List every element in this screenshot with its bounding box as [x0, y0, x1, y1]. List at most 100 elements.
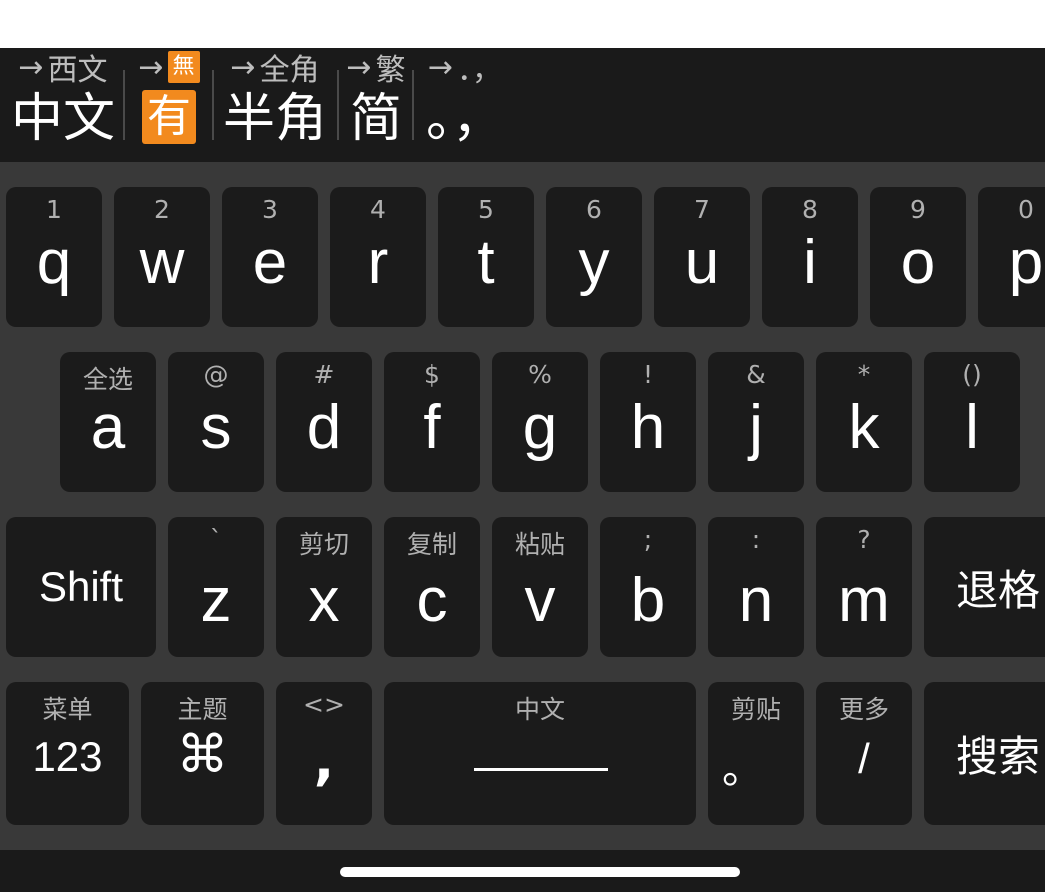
- key-hint: $: [424, 360, 440, 389]
- key-hint: @: [203, 360, 229, 389]
- key-h[interactable]: ! h: [600, 352, 696, 492]
- key-label: m: [838, 566, 890, 635]
- key-label: f: [423, 393, 441, 462]
- key-hint: 6: [586, 195, 602, 224]
- next-state-label: 繁: [375, 53, 406, 88]
- key-hint: 3: [262, 195, 278, 224]
- key-hint: 剪切: [298, 530, 349, 559]
- app-background-top: [0, 0, 1045, 48]
- key-label: 。: [722, 744, 765, 793]
- key-label: u: [684, 228, 720, 297]
- key-hint: <>: [303, 690, 345, 719]
- current-state-label: 半角: [222, 89, 327, 149]
- status-divider: [412, 70, 414, 140]
- key-hint: %: [528, 360, 552, 389]
- arrow-icon: →: [138, 49, 164, 85]
- key-b[interactable]: ; b: [600, 517, 696, 657]
- key-e[interactable]: 3e: [222, 187, 318, 327]
- key-hint: 7: [694, 195, 710, 224]
- key-label: c: [416, 566, 448, 635]
- home-indicator[interactable]: [340, 867, 740, 877]
- key-label: q: [36, 228, 72, 297]
- toggle-emoji-mode[interactable]: → 無 有: [126, 48, 212, 144]
- key-label: x: [308, 566, 340, 635]
- current-state-label: 中文: [10, 89, 115, 149]
- key-hint: !: [642, 360, 654, 389]
- key-o[interactable]: 9o: [870, 187, 966, 327]
- key-label: z: [200, 566, 232, 635]
- next-state-badge: 無: [167, 51, 200, 83]
- key-label: 123: [32, 733, 103, 780]
- theme-key[interactable]: 主题 ⌘: [141, 682, 264, 825]
- key-label: Shift: [38, 563, 124, 610]
- search-key[interactable]: 搜索: [924, 682, 1045, 825]
- key-label: h: [630, 393, 666, 462]
- key-hint: 主题: [177, 695, 228, 724]
- key-u[interactable]: 7u: [654, 187, 750, 327]
- key-k[interactable]: * k: [816, 352, 912, 492]
- key-d[interactable]: # d: [276, 352, 372, 492]
- key-v[interactable]: 粘贴 v: [492, 517, 588, 657]
- key-y[interactable]: 6y: [546, 187, 642, 327]
- key-w[interactable]: 2w: [114, 187, 210, 327]
- key-z[interactable]: ` z: [168, 517, 264, 657]
- key-r[interactable]: 4r: [330, 187, 426, 327]
- key-hint: 菜单: [42, 695, 93, 724]
- key-g[interactable]: % g: [492, 352, 588, 492]
- key-label: e: [252, 228, 288, 297]
- slash-key[interactable]: 更多 /: [816, 682, 912, 825]
- key-hint: (): [962, 360, 982, 389]
- key-hint: 1: [46, 195, 62, 224]
- key-hint: 9: [910, 195, 926, 224]
- current-state-label: 简: [349, 89, 402, 149]
- toggle-ascii-mode[interactable]: → 西文 中文: [8, 48, 118, 150]
- arrow-icon: →: [427, 49, 454, 85]
- key-label: w: [139, 228, 185, 297]
- space-key[interactable]: 中文: [384, 682, 696, 825]
- key-hint: 2: [154, 195, 170, 224]
- key-label: 退格: [956, 565, 1041, 615]
- comma-key[interactable]: <>,: [276, 682, 372, 825]
- key-label: i: [803, 228, 817, 297]
- key-label: t: [477, 228, 495, 297]
- toggle-punctuation[interactable]: → ．， 。，: [420, 48, 510, 150]
- key-f[interactable]: $ f: [384, 352, 480, 492]
- toggle-full-half-width[interactable]: → 全角 半角: [218, 48, 332, 150]
- key-n[interactable]: :n: [708, 517, 804, 657]
- key-hint: 中文: [514, 695, 565, 724]
- menu-123-key[interactable]: 菜单 123: [6, 682, 129, 825]
- key-x[interactable]: 剪切 x: [276, 517, 372, 657]
- key-hint: 粘贴: [514, 530, 565, 559]
- key-hint: 复制: [406, 530, 457, 559]
- key-a[interactable]: 全选 a: [60, 352, 156, 492]
- shift-key[interactable]: Shift: [6, 517, 156, 657]
- period-key[interactable]: 剪贴。: [708, 682, 804, 825]
- key-label: g: [522, 393, 558, 462]
- key-m[interactable]: ? m: [816, 517, 912, 657]
- key-q[interactable]: 1q: [6, 187, 102, 327]
- space-bar-icon: [474, 768, 608, 771]
- key-label: /: [858, 735, 870, 782]
- key-label: p: [1008, 228, 1044, 297]
- next-state-label: 西文: [47, 53, 108, 88]
- key-p[interactable]: 0p: [978, 187, 1045, 327]
- key-j[interactable]: & j: [708, 352, 804, 492]
- status-divider: [212, 70, 214, 140]
- current-state-badge: 有: [142, 90, 196, 144]
- key-label: 搜索: [956, 732, 1041, 781]
- key-c[interactable]: 复制 c: [384, 517, 480, 657]
- backspace-key[interactable]: 退格: [924, 517, 1045, 657]
- status-divider: [123, 70, 125, 140]
- toggle-simplified-traditional[interactable]: → 繁 简: [338, 48, 414, 150]
- key-s[interactable]: @ s: [168, 352, 264, 492]
- key-l[interactable]: () l: [924, 352, 1020, 492]
- key-label: l: [965, 393, 979, 462]
- key-i[interactable]: 8i: [762, 187, 858, 327]
- key-hint: 剪贴: [730, 695, 781, 724]
- key-label: v: [524, 566, 556, 635]
- key-hint: #: [313, 360, 335, 389]
- key-label: ,: [313, 729, 335, 792]
- key-t[interactable]: 5t: [438, 187, 534, 327]
- key-hint: ;: [643, 525, 653, 554]
- key-hint: ?: [857, 525, 871, 554]
